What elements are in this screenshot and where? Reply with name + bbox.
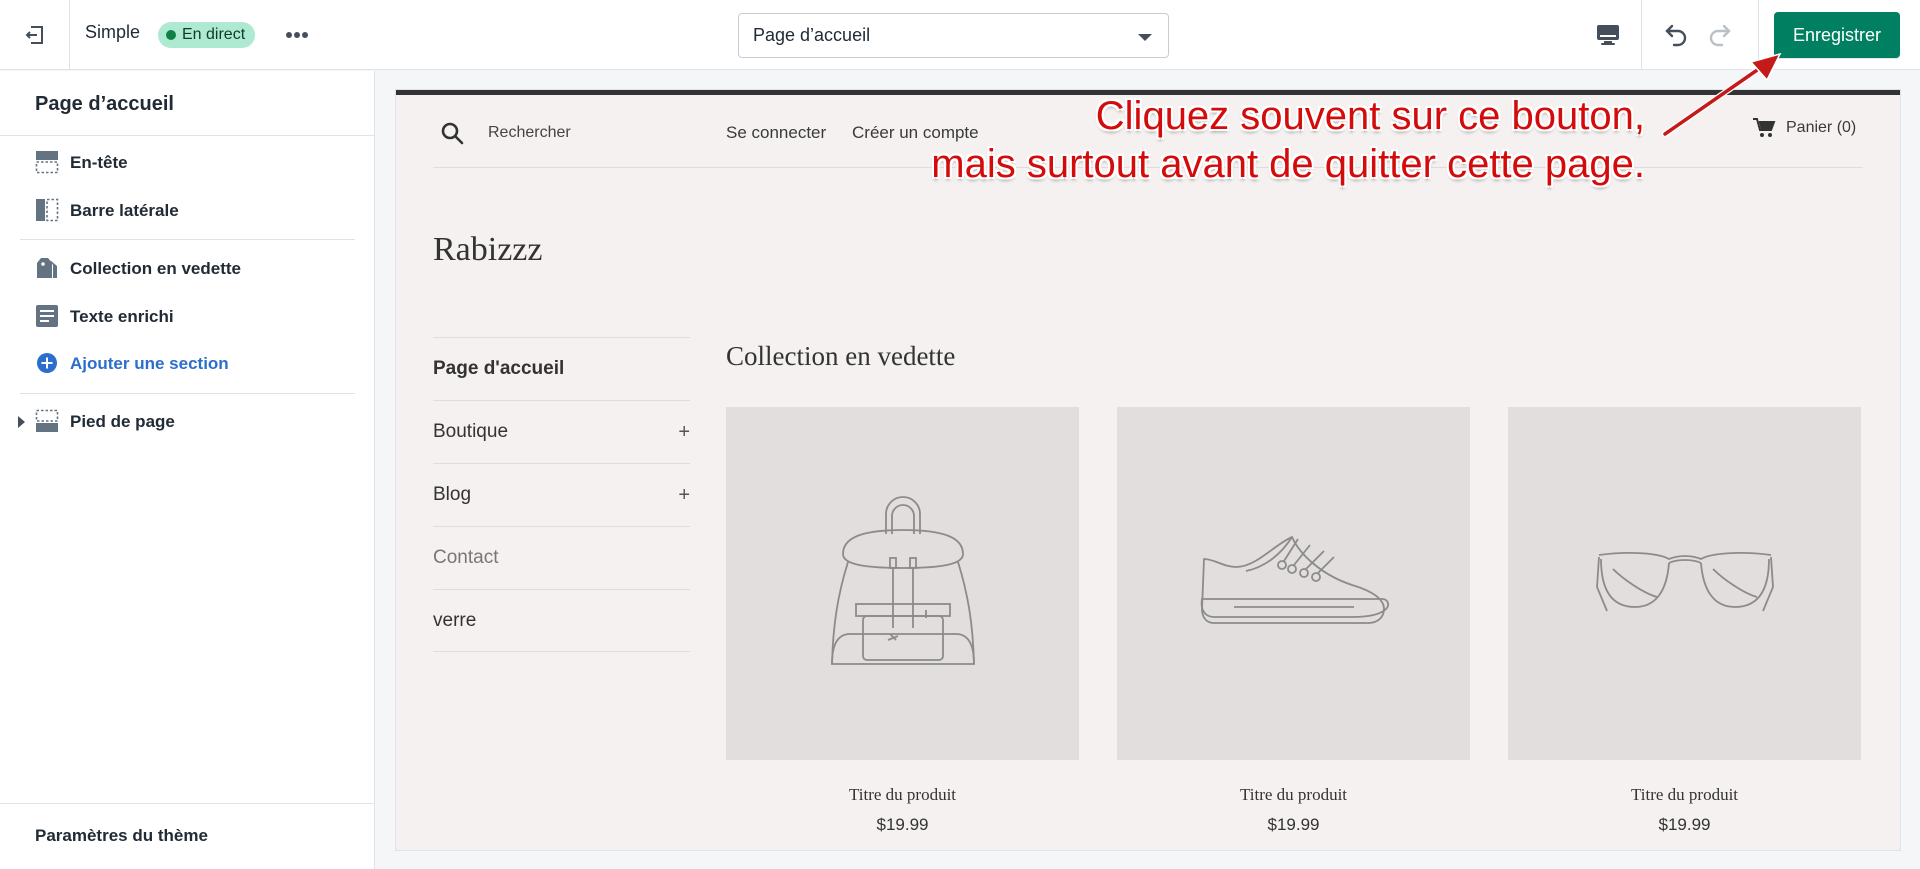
sidebar-divider [20, 239, 355, 240]
backpack-illustration-icon [830, 495, 975, 665]
product-card[interactable]: Titre du produit $19.99 [1117, 407, 1470, 835]
store-sidebar-nav: Page d'accueil Boutique + Blog + Contact… [433, 337, 690, 652]
product-title: Titre du produit [848, 785, 957, 804]
store-nav-item-verre[interactable]: verre [433, 589, 690, 652]
sidebar-item-label: Collection en vedette [70, 259, 241, 278]
store-nav-label: Contact [433, 547, 499, 568]
store-nav-label: verre [433, 609, 477, 631]
store-nav-label: Blog [433, 484, 472, 505]
sidebar-item-label: Barre latérale [70, 201, 179, 220]
product-image [1117, 407, 1470, 760]
sidebar-title: Page d’accueil [35, 93, 174, 115]
store-nav-label: Boutique [433, 421, 509, 442]
sidebar-item-label: En-tête [70, 153, 128, 172]
theme-name: Simple [85, 22, 141, 42]
store-nav-item-contact[interactable]: Contact [433, 526, 690, 589]
sidebar-layout-icon [36, 198, 59, 222]
header-layout-icon [35, 151, 59, 174]
undo-icon [1665, 24, 1687, 47]
store-nav-item-home[interactable]: Page d'accueil [433, 337, 690, 400]
exit-editor-button[interactable] [0, 0, 70, 70]
sidebar-item-rich-text[interactable]: Texte enrichi [0, 296, 355, 336]
expand-plus-icon[interactable]: + [678, 421, 690, 444]
store-nav-item-shop[interactable]: Boutique + [433, 400, 690, 463]
sneaker-illustration-icon [1200, 535, 1389, 624]
top-bar: Simple En direct Page d’accueil Enregist… [0, 0, 1920, 70]
sunglasses-illustration-icon [1595, 551, 1774, 611]
live-status-label: En direct [182, 26, 246, 43]
search-icon[interactable] [440, 121, 464, 145]
store-nav-item-blog[interactable]: Blog + [433, 463, 690, 526]
sections-sidebar: Page d’accueil En-tête Barre latérale Co… [0, 71, 375, 869]
product-card[interactable]: Titre du produit $19.99 [726, 407, 1079, 835]
sidebar-item-label: Ajouter une section [70, 354, 229, 373]
product-price: $19.99 [876, 815, 929, 834]
store-login-link[interactable]: Se connecter [726, 123, 826, 143]
sidebar-item-label: Texte enrichi [70, 307, 174, 326]
more-actions-button[interactable] [282, 24, 312, 46]
footer-layout-icon [35, 409, 59, 432]
redo-icon [1709, 24, 1731, 47]
product-image [726, 407, 1079, 760]
theme-settings-label: Paramètres du thème [35, 826, 208, 845]
product-price: $19.99 [1658, 815, 1711, 834]
annotation-arrow-icon [1662, 52, 1782, 137]
sidebar-item-sidebar[interactable]: Barre latérale [0, 190, 355, 230]
caret-right-icon[interactable] [18, 416, 25, 428]
sidebar-item-footer[interactable]: Pied de page [0, 401, 355, 441]
sidebar-divider [0, 135, 374, 136]
rich-text-icon [36, 305, 58, 327]
sidebar-divider [20, 393, 355, 394]
more-horizontal-icon [286, 32, 308, 38]
redo-button[interactable] [1703, 18, 1739, 52]
annotation-line-1: Cliquez souvent sur ce bouton, [1095, 94, 1645, 138]
exit-icon [25, 26, 43, 44]
product-card[interactable]: Titre du produit $19.99 [1508, 407, 1861, 835]
add-circle-icon [37, 353, 57, 373]
store-nav-label: Page d'accueil [433, 358, 565, 379]
store-preview: Rechercher Se connecter Créer un compte … [396, 90, 1900, 850]
tutorial-annotation: Cliquez souvent sur ce bouton, mais surt… [931, 92, 1645, 188]
product-price: $19.99 [1267, 815, 1320, 834]
annotation-line-2: mais surtout avant de quitter cette page… [931, 142, 1645, 186]
page-select[interactable]: Page d’accueil [738, 13, 1169, 58]
product-image [1508, 407, 1861, 760]
toolbar-divider [1641, 0, 1642, 70]
expand-plus-icon[interactable]: + [678, 484, 690, 507]
live-dot-icon [166, 30, 176, 40]
collection-title: Collection en vedette [726, 341, 956, 371]
chevron-down-icon [1138, 34, 1152, 41]
store-logo[interactable]: Rabizzz [433, 231, 543, 269]
cart-label: Panier (0) [1786, 119, 1857, 136]
product-title: Titre du produit [1239, 785, 1348, 804]
page-select-value: Page d’accueil [753, 25, 871, 45]
product-title: Titre du produit [1630, 785, 1739, 804]
live-status-badge: En direct [158, 22, 256, 48]
undo-button[interactable] [1657, 18, 1693, 52]
device-preview-button[interactable] [1590, 18, 1626, 52]
desktop-icon [1597, 25, 1619, 45]
sidebar-item-featured-collection[interactable]: Collection en vedette [0, 248, 355, 288]
add-section-button[interactable]: Ajouter une section [0, 343, 355, 383]
sidebar-item-label: Pied de page [70, 412, 175, 431]
save-button[interactable]: Enregistrer [1774, 12, 1900, 58]
store-search-link[interactable]: Rechercher [488, 124, 571, 142]
theme-settings-button[interactable]: Paramètres du thème [0, 803, 374, 869]
collection-tag-icon [37, 258, 57, 278]
sidebar-item-header[interactable]: En-tête [0, 142, 355, 182]
